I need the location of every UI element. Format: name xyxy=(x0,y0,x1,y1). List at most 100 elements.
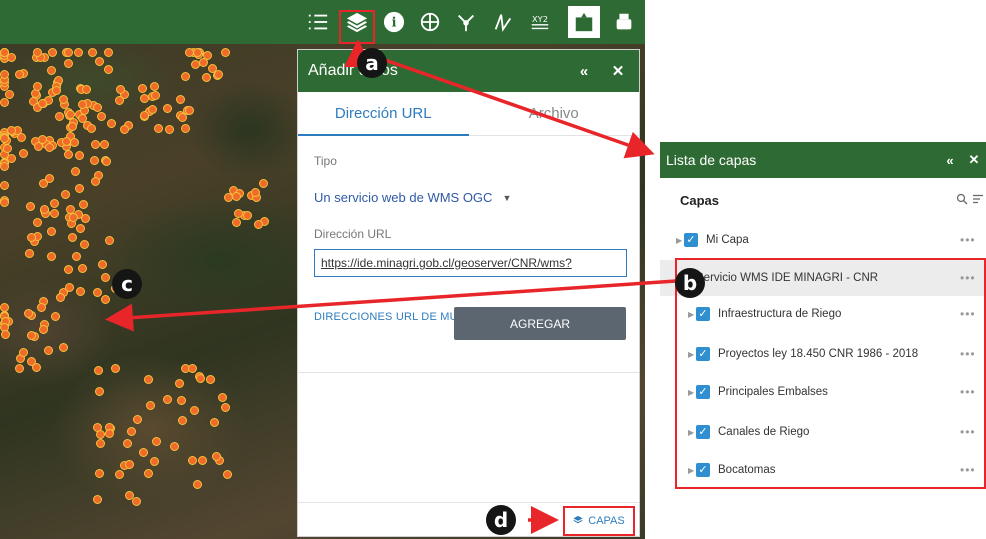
map-point[interactable] xyxy=(0,98,9,108)
map-point[interactable] xyxy=(65,282,75,292)
map-point[interactable] xyxy=(195,373,205,383)
map-point[interactable] xyxy=(187,364,197,374)
layer-row[interactable]: ▶ ✓ Mi Capa ••• xyxy=(660,222,986,258)
map-point[interactable] xyxy=(101,156,111,166)
layers-button[interactable]: CAPAS xyxy=(563,506,635,536)
map-point[interactable] xyxy=(76,287,86,297)
add-button[interactable]: AGREGAR xyxy=(454,307,626,340)
map-point[interactable] xyxy=(93,494,102,504)
map-point[interactable] xyxy=(90,176,100,186)
map-point[interactable] xyxy=(152,436,162,446)
map-point[interactable] xyxy=(0,162,9,172)
map-point[interactable] xyxy=(250,187,260,197)
map-point[interactable] xyxy=(151,91,161,101)
map-point[interactable] xyxy=(206,375,216,385)
map-point[interactable] xyxy=(101,272,111,282)
map-point[interactable] xyxy=(95,57,105,67)
map-point[interactable] xyxy=(38,324,48,334)
map-point[interactable] xyxy=(64,59,74,69)
map-point[interactable] xyxy=(100,294,110,304)
map-point[interactable] xyxy=(139,94,149,104)
collapse-icon[interactable]: « xyxy=(573,60,595,82)
map-point[interactable] xyxy=(19,347,29,357)
map-point[interactable] xyxy=(25,248,34,258)
measure-icon[interactable] xyxy=(487,6,519,38)
map-point[interactable] xyxy=(146,400,156,410)
basemap-icon[interactable] xyxy=(414,6,446,38)
map-point[interactable] xyxy=(56,292,66,302)
map-point[interactable] xyxy=(107,119,117,129)
map-point[interactable] xyxy=(178,416,188,425)
map-point[interactable] xyxy=(63,265,73,275)
map-point[interactable] xyxy=(94,387,104,397)
map-point[interactable] xyxy=(64,48,74,57)
map-point[interactable] xyxy=(209,418,219,428)
map-point[interactable] xyxy=(143,374,153,384)
map-point[interactable] xyxy=(184,105,194,115)
map-point[interactable] xyxy=(150,81,160,91)
map-point[interactable] xyxy=(180,124,190,134)
map-point[interactable] xyxy=(33,48,43,57)
tab-file[interactable]: Archivo xyxy=(469,92,640,135)
map-point[interactable] xyxy=(218,393,228,403)
map-point[interactable] xyxy=(132,497,142,507)
map-point[interactable] xyxy=(232,217,242,227)
map-point[interactable] xyxy=(61,189,71,199)
map-point[interactable] xyxy=(37,303,47,313)
map-point[interactable] xyxy=(72,252,82,262)
map-point[interactable] xyxy=(180,72,190,82)
map-point[interactable] xyxy=(169,442,179,452)
map-point[interactable] xyxy=(91,139,101,149)
map-point[interactable] xyxy=(190,405,200,415)
map-point[interactable] xyxy=(233,208,243,218)
map-point[interactable] xyxy=(176,395,186,405)
map-point[interactable] xyxy=(207,63,217,73)
more-options-icon[interactable]: ••• xyxy=(960,233,986,247)
map-point[interactable] xyxy=(92,288,102,298)
map-point[interactable] xyxy=(76,224,86,234)
map-point[interactable] xyxy=(232,192,242,202)
map-point[interactable] xyxy=(14,363,24,373)
expand-icon[interactable]: ▶ xyxy=(676,236,684,245)
map-point[interactable] xyxy=(51,311,61,321)
close-icon[interactable]: ✕ xyxy=(962,152,986,168)
map-point[interactable] xyxy=(0,303,9,313)
map-point[interactable] xyxy=(177,113,187,123)
map-point[interactable] xyxy=(126,426,136,436)
map-point[interactable] xyxy=(0,48,9,57)
map-point[interactable] xyxy=(55,111,65,121)
map-point[interactable] xyxy=(153,124,163,134)
map-point[interactable] xyxy=(18,148,28,158)
map-point[interactable] xyxy=(144,469,154,479)
map-point[interactable] xyxy=(103,65,113,75)
xy-icon[interactable]: XY2 xyxy=(524,6,556,38)
map-point[interactable] xyxy=(75,183,85,193)
map-point[interactable] xyxy=(97,112,107,122)
map-point[interactable] xyxy=(59,342,69,352)
map-point[interactable] xyxy=(17,133,27,143)
map-point[interactable] xyxy=(96,438,106,448)
map-point[interactable] xyxy=(162,394,172,404)
map-point[interactable] xyxy=(104,236,114,245)
map-point[interactable] xyxy=(176,95,186,105)
map-point[interactable] xyxy=(47,226,57,236)
map-point[interactable] xyxy=(88,48,98,57)
map-point[interactable] xyxy=(110,364,120,374)
print-icon[interactable] xyxy=(608,6,640,38)
map-point[interactable] xyxy=(150,457,160,467)
map-point[interactable] xyxy=(139,447,149,457)
map-point[interactable] xyxy=(174,378,184,388)
map-point[interactable] xyxy=(190,59,200,69)
map-point[interactable] xyxy=(116,84,126,94)
map-point[interactable] xyxy=(115,469,125,479)
map-point[interactable] xyxy=(92,103,102,113)
tab-url[interactable]: Dirección URL xyxy=(298,92,469,135)
map-point[interactable] xyxy=(46,251,56,261)
map-point[interactable] xyxy=(99,140,109,150)
add-data-icon[interactable] xyxy=(568,6,600,38)
map-point[interactable] xyxy=(50,208,60,218)
url-input[interactable]: https://ide.minagri.gob.cl/geoserver/CNR… xyxy=(314,249,627,277)
map-point[interactable] xyxy=(46,66,56,76)
list-icon[interactable] xyxy=(302,6,334,38)
map-point[interactable] xyxy=(164,125,174,135)
